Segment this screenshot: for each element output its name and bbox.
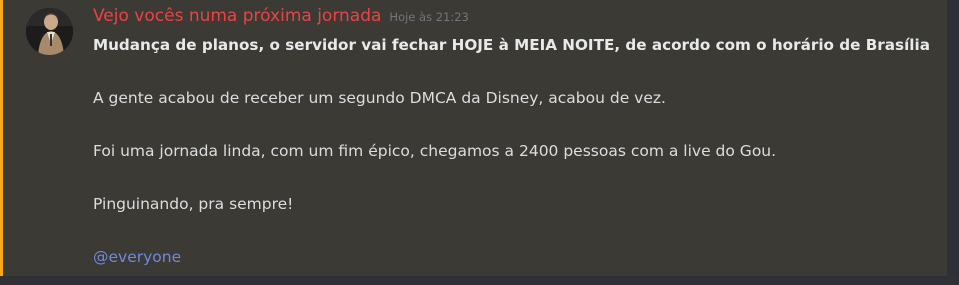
message-line: A gente acabou de receber um segundo DMC… [93,89,666,107]
message-header: Vejo vocês numa próxima jornada Hoje às … [93,4,469,28]
message-line-bold: Mudança de planos, o servidor vai fechar… [93,36,930,54]
bottom-divider [0,276,959,285]
message-line: Pinguinando, pra sempre! [93,195,294,213]
everyone-mention[interactable]: @everyone [93,246,933,268]
scrollbar-track[interactable] [947,0,959,276]
message-line: Foi uma jornada linda, com um fim épico,… [93,142,777,160]
message-content: Mudança de planos, o servidor vai fechar… [93,34,933,268]
avatar[interactable] [26,8,73,55]
timestamp[interactable]: Hoje às 21:23 [389,10,468,24]
message-item: Vejo vocês numa próxima jornada Hoje às … [0,0,947,276]
username[interactable]: Vejo vocês numa próxima jornada [93,4,381,28]
